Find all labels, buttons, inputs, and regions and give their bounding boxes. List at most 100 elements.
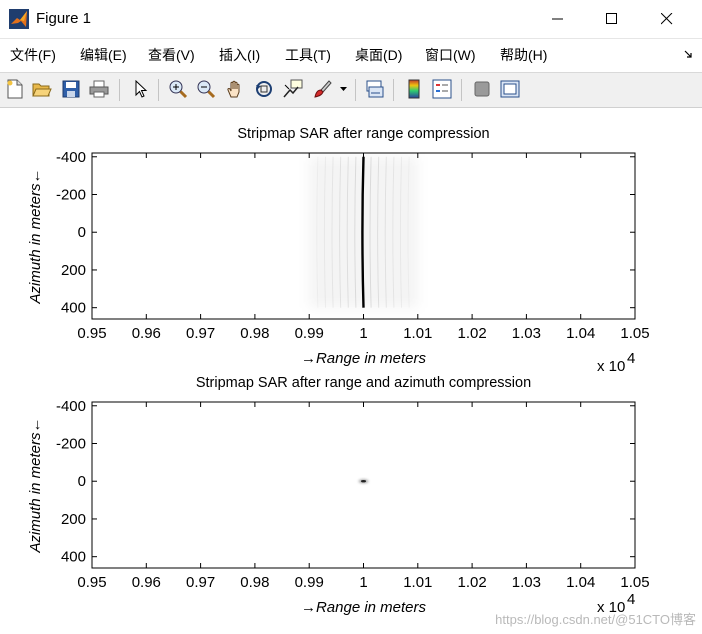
y-tick-label: 0: [78, 224, 86, 241]
x-tick-label: 1.05: [620, 325, 649, 342]
x-axis-exponent-power: 4: [627, 591, 635, 608]
y-axis-label: Azimuth in meters←: [27, 168, 44, 304]
zoom-in-button[interactable]: [167, 78, 189, 100]
print-button[interactable]: [88, 78, 110, 100]
y-tick-label: 400: [61, 300, 86, 317]
x-tick-label: 0.95: [77, 325, 106, 342]
x-tick-label: 0.99: [295, 325, 324, 342]
menu-bar: 文件(F) 编辑(E) 查看(V) 插入(I) 工具(T) 桌面(D) 窗口(W…: [0, 40, 702, 68]
new-figure-icon: [7, 79, 23, 99]
link-plot-button[interactable]: [364, 78, 386, 100]
x-tick-label: 0.97: [186, 574, 215, 591]
maximize-button[interactable]: [585, 0, 639, 38]
link-plot-icon: [366, 80, 384, 98]
range-migration-curve: [361, 156, 365, 308]
x-tick-label: 1.03: [512, 325, 541, 342]
x-axis-exponent: x 10: [597, 358, 625, 375]
open-file-button[interactable]: [31, 78, 53, 100]
image-content: [358, 479, 369, 484]
figure-canvas: 0.95 0.96 0.97 0.98 0.99 1 1.01 1.02 1.03 1.04 1.0…: [0, 108, 702, 634]
zoom-out-button[interactable]: [195, 78, 217, 100]
x-tick-label: 1.02: [457, 574, 486, 591]
menu-tools[interactable]: 工具(T): [285, 45, 331, 65]
x-tick-label: 1: [359, 574, 367, 591]
menu-file[interactable]: 文件(F): [10, 45, 56, 65]
toolbar-separator: [119, 79, 120, 101]
x-tick-label: 0.95: [77, 574, 106, 591]
x-tick-label: 0.99: [295, 574, 324, 591]
minimize-button[interactable]: [531, 0, 585, 38]
legend-button[interactable]: [431, 78, 453, 100]
x-tick-label: 0.98: [240, 325, 269, 342]
y-tick-label: -200: [56, 436, 86, 453]
brush-dropdown[interactable]: [337, 78, 349, 100]
close-icon: [661, 13, 673, 25]
x-tick-label: 0.98: [240, 574, 269, 591]
new-figure-button[interactable]: [4, 78, 26, 100]
y-tick-label: 200: [61, 511, 86, 528]
brush-button[interactable]: [311, 78, 333, 100]
x-tick-label: 1.04: [566, 574, 595, 591]
rotate-3d-icon: [256, 81, 272, 97]
watermark: https://blog.csdn.net/@51CTO博客: [495, 612, 696, 627]
save-button[interactable]: [60, 78, 82, 100]
x-tick-label: 1: [359, 325, 367, 342]
x-axis-label: →Range in meters: [301, 599, 427, 616]
matlab-logo-icon: [9, 9, 29, 29]
menu-view[interactable]: 查看(V): [148, 45, 195, 65]
menu-window[interactable]: 窗口(W): [425, 45, 476, 65]
print-icon: [89, 80, 109, 98]
data-cursor-icon: [283, 79, 303, 98]
x-tick-label: 1.02: [457, 325, 486, 342]
x-tick-label: 1.05: [620, 574, 649, 591]
x-axis-label: →Range in meters: [301, 350, 427, 367]
save-icon: [62, 80, 80, 98]
axes-1: 0.95 0.96 0.97 0.98 0.99 1 1.01 1.02 1.03 1.04 1.0…: [27, 126, 650, 375]
toolbar-separator: [158, 79, 159, 101]
title-bar: Figure 1: [0, 0, 702, 39]
toolbar-separator: [461, 79, 462, 101]
y-axis-label: Azimuth in meters←: [27, 417, 44, 553]
menu-edit[interactable]: 编辑(E): [80, 45, 127, 65]
y-tick-label: -200: [56, 187, 86, 204]
x-tick-label: 1.04: [566, 325, 595, 342]
data-cursor-button[interactable]: [282, 78, 304, 100]
menu-insert[interactable]: 插入(I): [219, 45, 260, 65]
close-button[interactable]: [640, 0, 694, 38]
x-tick-label: 0.96: [132, 325, 161, 342]
select-button[interactable]: [130, 78, 152, 100]
hide-plot-tools-icon: [474, 81, 490, 97]
plot-background: [92, 402, 635, 568]
zoom-out-icon: [197, 80, 216, 99]
figure-plots: 0.95 0.96 0.97 0.98 0.99 1 1.01 1.02 1.03 1.04 1.0…: [27, 126, 650, 616]
legend-icon: [432, 79, 452, 99]
point-target: [361, 480, 366, 483]
toolbar: [0, 72, 702, 108]
menu-dock-arrow-icon[interactable]: [684, 49, 694, 59]
show-plot-tools-icon: [500, 80, 520, 98]
colorbar-icon: [408, 79, 420, 99]
menu-help[interactable]: 帮助(H): [500, 45, 547, 65]
colorbar-button[interactable]: [403, 78, 425, 100]
y-tick-label: 200: [61, 262, 86, 279]
x-tick-label: 1.01: [403, 574, 432, 591]
rotate-3d-button[interactable]: [253, 78, 275, 100]
y-tick-label: -400: [56, 149, 86, 166]
x-tick-label: 0.96: [132, 574, 161, 591]
y-tick-label: 0: [78, 473, 86, 490]
chart-title: Stripmap SAR after range and azimuth com…: [196, 375, 531, 391]
y-tick-label: 400: [61, 549, 86, 566]
zoom-in-icon: [169, 80, 188, 99]
pan-button[interactable]: [224, 78, 246, 100]
menu-desktop[interactable]: 桌面(D): [355, 45, 402, 65]
toolbar-separator: [393, 79, 394, 101]
maximize-icon: [606, 13, 617, 24]
minimize-icon: [552, 18, 563, 20]
window-title: Figure 1: [36, 10, 92, 27]
x-tick-label: 1.03: [512, 574, 541, 591]
x-tick-label: 0.97: [186, 325, 215, 342]
pan-hand-icon: [227, 80, 240, 98]
axes-2: 0.95 0.96 0.97 0.98 0.99 1 1.01 1.02 1.03 1.04 1.0…: [27, 375, 650, 616]
hide-plot-tools-button[interactable]: [471, 78, 493, 100]
show-plot-tools-button[interactable]: [499, 78, 521, 100]
